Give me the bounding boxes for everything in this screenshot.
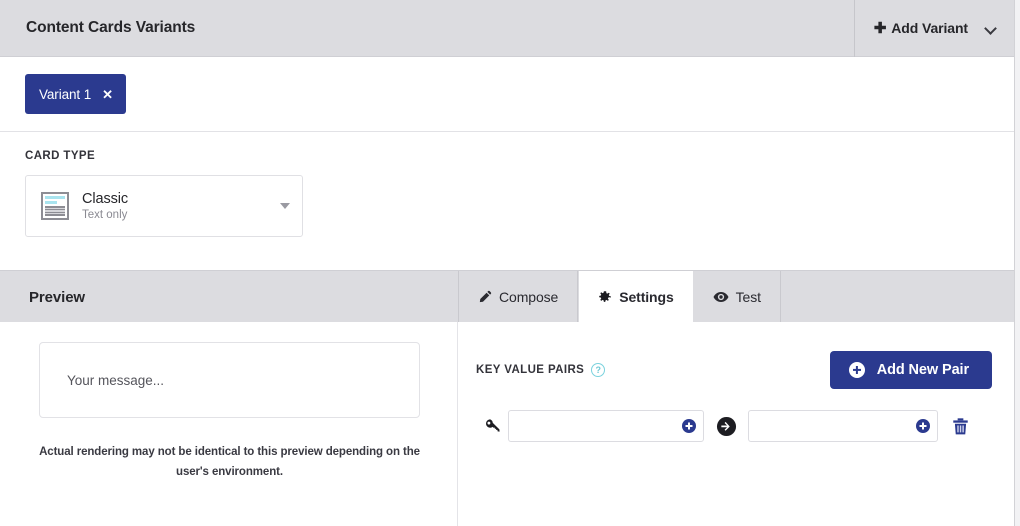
- header-actions: ✚ Add Variant: [853, 0, 1014, 57]
- preview-label: Preview: [29, 289, 86, 306]
- preview-message-placeholder: Your message...: [67, 372, 165, 388]
- preview-tab-bar: Preview Compose Settings Test: [0, 270, 1014, 323]
- add-new-pair-button[interactable]: Add New Pair: [829, 351, 992, 389]
- settings-pane: KEY VALUE PAIRS ? Add New Pair: [458, 322, 1014, 526]
- editor-body: Your message... Actual rendering may not…: [0, 322, 1014, 526]
- key-input[interactable]: [508, 410, 704, 442]
- page-title: Content Cards Variants: [26, 19, 196, 36]
- value-insert-liquid-button[interactable]: [916, 419, 930, 433]
- pencil-icon: [478, 290, 492, 304]
- editor-tabs: Compose Settings Test: [458, 271, 781, 323]
- card-type-name: Classic: [82, 191, 129, 207]
- plus-circle-icon: [848, 362, 865, 378]
- variant-chip-variant-1[interactable]: Variant 1 ✕: [25, 74, 127, 114]
- content-cards-variants-app: Content Cards Variants ✚ Add Variant Var…: [0, 0, 1015, 526]
- eye-icon: [713, 290, 729, 304]
- help-icon[interactable]: ?: [591, 363, 606, 377]
- tab-compose[interactable]: Compose: [458, 271, 579, 323]
- add-variant-button[interactable]: ✚ Add Variant: [874, 20, 968, 36]
- close-icon[interactable]: ✕: [102, 88, 113, 101]
- preview-message-box: Your message...: [39, 342, 420, 418]
- preview-pane: Your message... Actual rendering may not…: [0, 322, 458, 526]
- key-value-pair-row: [476, 410, 992, 442]
- key-value-pairs-header: KEY VALUE PAIRS ? Add New Pair: [476, 350, 992, 390]
- tab-compose-label: Compose: [499, 289, 559, 305]
- gear-icon: [598, 290, 612, 304]
- page-header: Content Cards Variants ✚ Add Variant: [0, 0, 1014, 57]
- card-type-label: CARD TYPE: [25, 150, 96, 162]
- card-type-text: Classic Text only: [82, 191, 128, 221]
- tab-test[interactable]: Test: [694, 271, 781, 323]
- chevron-down-icon[interactable]: [986, 23, 997, 34]
- preview-disclaimer: Actual rendering may not be identical to…: [39, 446, 420, 479]
- tab-test-label: Test: [735, 289, 761, 305]
- card-type-subtitle: Text only: [82, 209, 128, 221]
- caret-down-icon[interactable]: [280, 203, 290, 209]
- tab-settings[interactable]: Settings: [578, 271, 694, 323]
- delete-pair-button[interactable]: [938, 417, 982, 436]
- card-type-select[interactable]: Classic Text only: [25, 175, 303, 237]
- variants-tab-row: Variant 1 ✕: [0, 57, 1014, 132]
- classic-card-thumbnail-icon: [41, 192, 69, 220]
- add-variant-label: Add Variant: [891, 20, 968, 36]
- tab-settings-label: Settings: [619, 289, 674, 305]
- key-field-wrap: [508, 410, 704, 442]
- value-field-wrap: [748, 410, 938, 442]
- plus-icon: ✚: [873, 19, 887, 37]
- card-type-section: CARD TYPE Classic Text only: [0, 132, 1014, 270]
- key-value-pairs-title: KEY VALUE PAIRS: [476, 364, 585, 376]
- arrow-right-circle-icon: [704, 416, 748, 437]
- value-input[interactable]: [748, 410, 938, 442]
- key-insert-liquid-button[interactable]: [682, 419, 696, 433]
- add-new-pair-label: Add New Pair: [876, 362, 969, 378]
- key-icon: [476, 418, 508, 435]
- variant-chip-label: Variant 1: [39, 86, 92, 102]
